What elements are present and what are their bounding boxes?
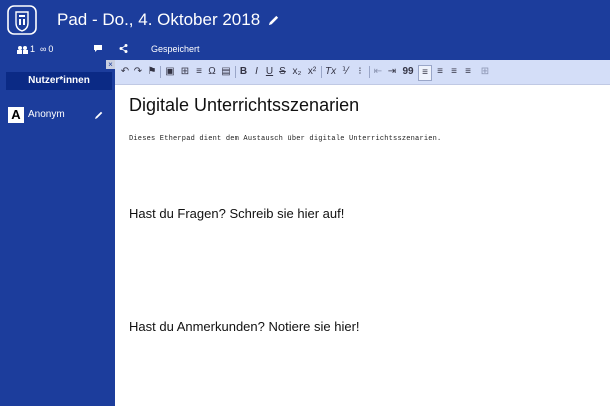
bookmark-icon[interactable]: ⚑ bbox=[147, 65, 157, 79]
blockquote-button[interactable]: 99 bbox=[402, 65, 414, 79]
undo-icon[interactable]: ↶ bbox=[120, 65, 130, 79]
connections[interactable]: ∞ 0 bbox=[40, 44, 53, 54]
save-status: Gespeichert bbox=[151, 44, 200, 54]
chat-button[interactable] bbox=[93, 44, 103, 53]
indent-icon[interactable]: ⇥ bbox=[387, 65, 397, 79]
outdent-icon[interactable]: ⇤ bbox=[373, 65, 383, 79]
special-char-button[interactable]: Ω bbox=[207, 65, 217, 79]
save-status-text: Gespeichert bbox=[151, 44, 200, 54]
chat-icon bbox=[94, 45, 102, 52]
sidebar: × Nutzer*innen A Anonym bbox=[0, 60, 115, 406]
subscript-button[interactable]: x₂ bbox=[291, 65, 303, 79]
image-icon[interactable]: ▣ bbox=[164, 65, 176, 79]
share-button[interactable] bbox=[119, 44, 128, 53]
document-heading[interactable]: Digitale Unterrichtsszenarien bbox=[129, 95, 359, 116]
infinity-icon: ∞ bbox=[40, 44, 47, 54]
editor-toolbar: ↶ ↷ ⚑ ▣ ⊞ ≡ Ω ▤ B I U S x₂ x² Tx ⅟ ⁝ ⇤ ⇥… bbox=[115, 60, 610, 85]
align-center-icon[interactable]: ≡ bbox=[435, 65, 445, 79]
justify-icon[interactable]: ≡ bbox=[463, 65, 473, 79]
user-row[interactable]: A Anonym bbox=[0, 103, 115, 127]
ordered-list-icon[interactable]: ⅟ bbox=[340, 65, 350, 79]
horizontal-rule-icon[interactable]: ≡ bbox=[194, 65, 204, 79]
avatar: A bbox=[8, 107, 24, 123]
document-question-2[interactable]: Hast du Anmerkunden? Notiere sie hier! bbox=[129, 319, 360, 334]
bold-button[interactable]: B bbox=[239, 65, 248, 79]
user-name: Anonym bbox=[28, 109, 65, 120]
pad-title[interactable]: Pad - Do., 4. Oktober 2018 bbox=[57, 10, 280, 30]
status-bar: 1 ∞ 0 Gespeichert bbox=[0, 41, 610, 60]
sidebar-close-button[interactable]: × bbox=[106, 60, 115, 69]
users-header: Nutzer*innen bbox=[6, 72, 112, 90]
document-intro[interactable]: Dieses Etherpad dient dem Austausch über… bbox=[129, 135, 441, 143]
remove-format-icon[interactable]: Tx bbox=[325, 65, 336, 79]
connections-value: 0 bbox=[48, 44, 54, 54]
align-right-icon[interactable]: ≡ bbox=[449, 65, 459, 79]
share-icon bbox=[119, 44, 128, 53]
pencil-icon[interactable] bbox=[94, 110, 104, 120]
users-icon bbox=[17, 45, 28, 54]
logo-icon bbox=[7, 5, 37, 35]
underline-button[interactable]: U bbox=[265, 65, 274, 79]
italic-button[interactable]: I bbox=[252, 65, 261, 79]
strikethrough-button[interactable]: S bbox=[278, 65, 287, 79]
pad-title-text: Pad - Do., 4. Oktober 2018 bbox=[57, 10, 261, 29]
redo-icon[interactable]: ↷ bbox=[133, 65, 143, 79]
more-icon[interactable]: ⊞ bbox=[479, 65, 491, 79]
superscript-button[interactable]: x² bbox=[306, 65, 318, 79]
user-count[interactable]: 1 bbox=[17, 44, 35, 54]
document-question-1[interactable]: Hast du Fragen? Schreib sie hier auf! bbox=[129, 206, 344, 221]
user-count-value: 1 bbox=[30, 44, 36, 54]
align-left-icon[interactable]: ≡ bbox=[418, 65, 432, 81]
pencil-icon[interactable] bbox=[267, 14, 280, 27]
title-bar: Pad - Do., 4. Oktober 2018 bbox=[0, 0, 610, 41]
paste-icon[interactable]: ▤ bbox=[221, 65, 231, 79]
bullet-list-icon[interactable]: ⁝ bbox=[355, 65, 365, 79]
editor-area[interactable]: Digitale Unterrichtsszenarien Dieses Eth… bbox=[115, 85, 610, 406]
table-icon[interactable]: ⊞ bbox=[179, 65, 191, 79]
